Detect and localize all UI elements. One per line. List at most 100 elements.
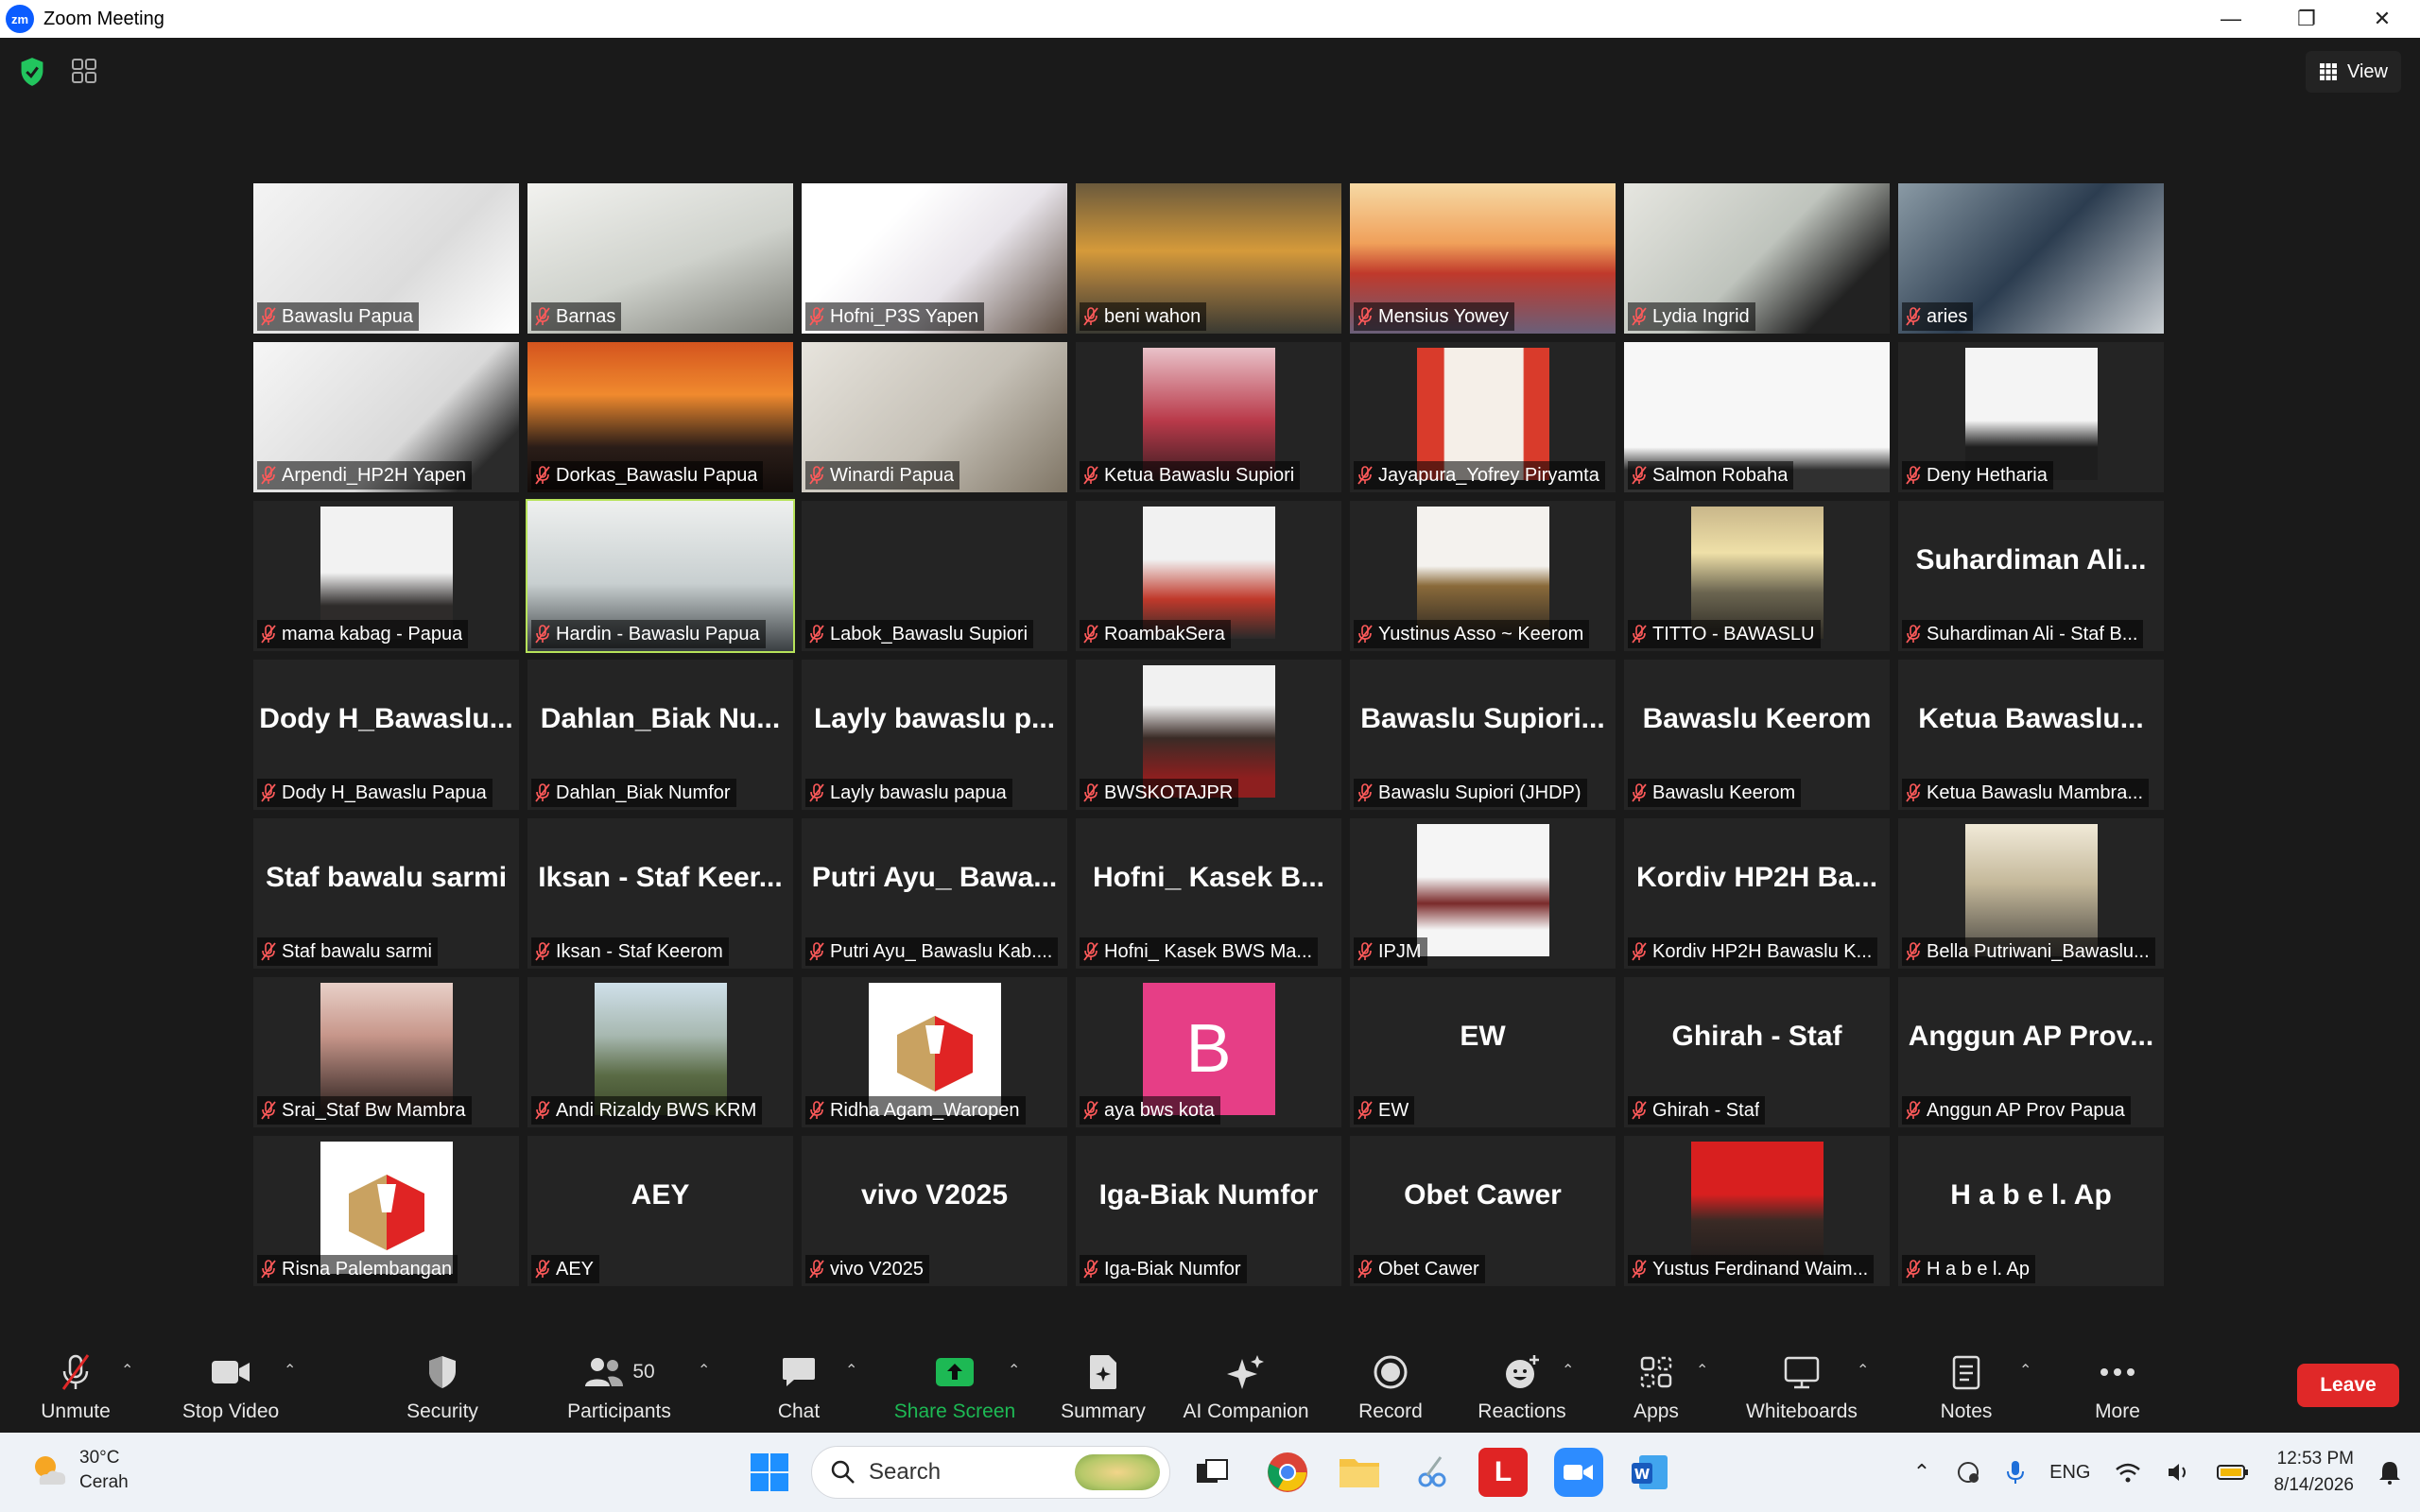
participant-tile[interactable]: Hofni_ Kasek B... Hofni_ Kasek BWS Ma...	[1076, 818, 1341, 969]
participant-tile[interactable]: Obet Cawer Obet Cawer	[1350, 1136, 1616, 1286]
volume-icon[interactable]	[2166, 1461, 2192, 1484]
chat-button[interactable]: Chat	[756, 1334, 841, 1433]
participant-tile[interactable]: Arpendi_HP2H Yapen	[253, 342, 519, 492]
snipping-tool-icon[interactable]	[1407, 1448, 1456, 1497]
participant-tile[interactable]: Barnas	[527, 183, 793, 334]
weather-widget[interactable]: 30°C Cerah	[28, 1446, 129, 1495]
whiteboards-button[interactable]: Whiteboards	[1736, 1334, 1868, 1433]
share-screen-button[interactable]: Share Screen	[889, 1334, 1021, 1433]
participants-options-chevron-icon[interactable]: ⌃	[698, 1361, 710, 1380]
participant-tile[interactable]: Ketua Bawaslu Supiori	[1076, 342, 1341, 492]
participant-tile[interactable]: H a b e l. Ap H a b e l. Ap	[1898, 1136, 2164, 1286]
tray-overflow-chevron-icon[interactable]: ⌃	[1913, 1460, 1930, 1485]
participant-tile[interactable]: beni wahon	[1076, 183, 1341, 334]
encryption-shield-icon[interactable]	[19, 57, 45, 87]
participant-tile[interactable]: Srai_Staf Bw Mambra	[253, 977, 519, 1127]
microphone-tray-icon[interactable]	[2006, 1459, 2025, 1486]
wifi-icon[interactable]	[2115, 1461, 2141, 1484]
participant-photo	[1416, 348, 1549, 480]
muted-mic-icon	[1906, 466, 1921, 485]
more-button[interactable]: More	[2080, 1334, 2155, 1433]
participant-tile[interactable]: Layly bawaslu p... Layly bawaslu papua	[802, 660, 1067, 810]
clock[interactable]: 12:53 PM 8/14/2026	[2273, 1446, 2354, 1499]
participant-tile[interactable]: Suhardiman Ali... Suhardiman Ali - Staf B…	[1898, 501, 2164, 651]
zoom-app-icon[interactable]	[1554, 1448, 1603, 1497]
participant-tile[interactable]: Bawaslu Keerom Bawaslu Keerom	[1624, 660, 1890, 810]
restore-button[interactable]: ❐	[2269, 0, 2344, 38]
participant-tile[interactable]: RoambakSera	[1076, 501, 1341, 651]
battery-icon[interactable]	[2217, 1463, 2249, 1482]
network-status-icon[interactable]	[1955, 1459, 1981, 1486]
participant-tile[interactable]: aries	[1898, 183, 2164, 334]
whiteboards-options-chevron-icon[interactable]: ⌃	[1857, 1361, 1869, 1380]
video-options-chevron-icon[interactable]: ⌃	[284, 1361, 296, 1380]
task-view-icon[interactable]	[1187, 1448, 1236, 1497]
participant-tile[interactable]: Hardin - Bawaslu Papua	[526, 499, 795, 653]
notes-button[interactable]: Notes	[1928, 1334, 2004, 1433]
participant-tile[interactable]: Jayapura_Yofrey Piryamta	[1350, 342, 1616, 492]
participant-tile[interactable]: Kordiv HP2H Ba... Kordiv HP2H Bawaslu K..…	[1624, 818, 1890, 969]
participants-button[interactable]: 50 Participants	[558, 1334, 681, 1433]
notes-options-chevron-icon[interactable]: ⌃	[2019, 1361, 2031, 1380]
participant-tile[interactable]: Labok_Bawaslu Supiori	[802, 501, 1067, 651]
unmute-button[interactable]: Unmute	[28, 1334, 123, 1433]
notification-bell-icon[interactable]	[2378, 1460, 2401, 1485]
participant-tile[interactable]: IPJM	[1350, 818, 1616, 969]
apps-options-chevron-icon[interactable]: ⌃	[1696, 1361, 1708, 1380]
apps-button[interactable]: Apps	[1618, 1334, 1694, 1433]
participant-tile[interactable]: Mensius Yowey	[1350, 183, 1616, 334]
participant-tile[interactable]: vivo V2025 vivo V2025	[802, 1136, 1067, 1286]
security-button[interactable]: Security	[395, 1334, 490, 1433]
participant-tile[interactable]: Putri Ayu_ Bawa... Putri Ayu_ Bawaslu Kab…	[802, 818, 1067, 969]
participant-tile[interactable]: Yustus Ferdinand Waim...	[1624, 1136, 1890, 1286]
participant-tile[interactable]: Bella Putriwani_Bawaslu...	[1898, 818, 2164, 969]
share-options-chevron-icon[interactable]: ⌃	[1008, 1361, 1020, 1380]
participant-tile[interactable]: BWSKOTAJPR	[1076, 660, 1341, 810]
participant-tile[interactable]: Dahlan_Biak Nu... Dahlan_Biak Numfor	[527, 660, 793, 810]
close-button[interactable]: ✕	[2344, 0, 2420, 38]
participant-tile[interactable]: TITTO - BAWASLU	[1624, 501, 1890, 651]
participant-tile[interactable]: Deny Hetharia	[1898, 342, 2164, 492]
participant-tile[interactable]: Iksan - Staf Keer... Iksan - Staf Keerom	[527, 818, 793, 969]
participant-tile[interactable]: Yustinus Asso ~ Keerom	[1350, 501, 1616, 651]
participant-tile[interactable]: Anggun AP Prov... Anggun AP Prov Papua	[1898, 977, 2164, 1127]
participant-tile[interactable]: mama kabag - Papua	[253, 501, 519, 651]
participant-tile[interactable]: Baya bws kota	[1076, 977, 1341, 1127]
participant-tile[interactable]: Hofni_P3S Yapen	[802, 183, 1067, 334]
participant-tile[interactable]: Winardi Papua	[802, 342, 1067, 492]
file-explorer-icon[interactable]	[1335, 1448, 1384, 1497]
participant-tile[interactable]: Bawaslu Papua	[253, 183, 519, 334]
participant-tile[interactable]: Iga-Biak Numfor Iga-Biak Numfor	[1076, 1136, 1341, 1286]
participant-tile[interactable]: Salmon Robaha	[1624, 342, 1890, 492]
minimize-button[interactable]: —	[2193, 0, 2269, 38]
participant-tile[interactable]: Ketua Bawaslu... Ketua Bawaslu Mambra...	[1898, 660, 2164, 810]
participant-tile[interactable]: Staf bawalu sarmi Staf bawalu sarmi	[253, 818, 519, 969]
participant-tile[interactable]: Ridha Agam_Waropen	[802, 977, 1067, 1127]
windows-start-icon[interactable]	[749, 1452, 790, 1493]
view-button[interactable]: View	[2306, 51, 2401, 93]
participant-tile[interactable]: AEY AEY	[527, 1136, 793, 1286]
reactions-options-chevron-icon[interactable]: ⌃	[1562, 1361, 1574, 1380]
taskbar-search-box[interactable]: Search	[811, 1446, 1170, 1499]
audio-options-chevron-icon[interactable]: ⌃	[121, 1361, 133, 1380]
reactions-button[interactable]: Reactions	[1475, 1334, 1569, 1433]
word-app-icon[interactable]: W	[1626, 1448, 1675, 1497]
participant-tile[interactable]: Bawaslu Supiori... Bawaslu Supiori (JHDP)	[1350, 660, 1616, 810]
chrome-browser-icon[interactable]	[1263, 1448, 1312, 1497]
participant-tile[interactable]: Dody H_Bawaslu... Dody H_Bawaslu Papua	[253, 660, 519, 810]
stop-video-button[interactable]: Stop Video	[174, 1334, 287, 1433]
participant-tile[interactable]: Lydia Ingrid	[1624, 183, 1890, 334]
input-language[interactable]: ENG	[2049, 1462, 2090, 1484]
gallery-grid-icon[interactable]	[70, 57, 98, 85]
l-app-icon[interactable]: L	[1478, 1448, 1528, 1497]
ai-companion-button[interactable]: AI Companion	[1180, 1334, 1312, 1433]
record-button[interactable]: Record	[1350, 1334, 1431, 1433]
participant-tile[interactable]: EW EW	[1350, 977, 1616, 1127]
leave-button[interactable]: Leave	[2297, 1364, 2399, 1407]
summary-button[interactable]: Summary	[1051, 1334, 1155, 1433]
participant-tile[interactable]: Dorkas_Bawaslu Papua	[527, 342, 793, 492]
chat-options-chevron-icon[interactable]: ⌃	[845, 1361, 857, 1380]
participant-tile[interactable]: Risna Palembangan	[253, 1136, 519, 1286]
participant-tile[interactable]: Ghirah - Staf Ghirah - Staf	[1624, 977, 1890, 1127]
participant-tile[interactable]: Andi Rizaldy BWS KRM	[527, 977, 793, 1127]
